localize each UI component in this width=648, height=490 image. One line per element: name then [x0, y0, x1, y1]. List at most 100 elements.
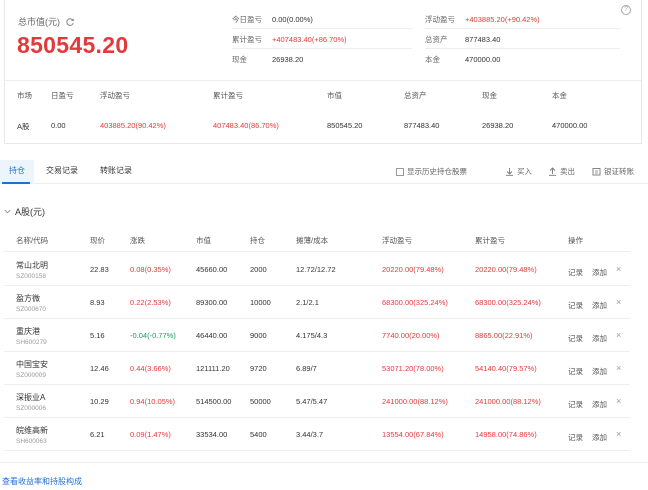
cell-change: -0.04(-0.77%)	[130, 331, 176, 340]
cell-cum: 54140.40(79.57%)	[475, 364, 537, 373]
cell-mv: 121111.20	[196, 364, 230, 373]
stock-code: SZ000006	[16, 405, 46, 412]
record-button[interactable]: 记录	[568, 333, 583, 344]
tab-trade-records[interactable]: 交易记录	[46, 165, 78, 176]
section-a-shares[interactable]: A股(元)	[4, 205, 45, 218]
cum-pl-label: 累计盈亏	[232, 35, 262, 44]
cell-change: 0.44(3.66%)	[130, 364, 171, 373]
header-total-assets: 总资产	[404, 91, 427, 100]
remove-icon[interactable]: ×	[616, 363, 621, 373]
cell-principal: 470000.00	[552, 121, 588, 130]
add-button[interactable]: 添加	[592, 267, 607, 278]
col-float-pl: 浮动盈亏	[382, 236, 412, 245]
header-float-pl: 浮动盈亏	[100, 91, 130, 100]
holdings-table-header: 名称/代码 现价 涨跌 市值 持仓 摊薄/成本 浮动盈亏 累计盈亏 操作	[4, 226, 630, 252]
add-button[interactable]: 添加	[592, 333, 607, 344]
cell-change: 0.09(1.47%)	[130, 430, 171, 439]
col-position: 持仓	[250, 236, 265, 245]
today-pl-label: 今日盈亏	[232, 15, 262, 24]
buy-icon	[506, 168, 513, 176]
header-day-pl: 日盈亏	[51, 91, 74, 100]
cell-cum: 8865.00(22.91%)	[475, 331, 533, 340]
stock-name[interactable]: 中国宝安	[16, 359, 48, 370]
cell-day-pl: 0.00	[51, 121, 66, 130]
stock-code: SZ000670	[16, 306, 46, 313]
cell-price: 5.16	[90, 331, 105, 340]
header-cash: 现金	[482, 91, 497, 100]
remove-icon[interactable]: ×	[616, 264, 621, 274]
cell-price: 6.21	[90, 430, 105, 439]
cell-qty: 9720	[250, 364, 267, 373]
divider	[232, 48, 412, 49]
cash: 现金 26938.20	[232, 54, 303, 65]
cell-qty: 5400	[250, 430, 267, 439]
sell-button[interactable]: 卖出	[548, 166, 575, 177]
record-button[interactable]: 记录	[568, 399, 583, 410]
add-button[interactable]: 添加	[592, 366, 607, 377]
cell-change: 0.22(2.53%)	[130, 298, 171, 307]
remove-icon[interactable]: ×	[616, 429, 621, 439]
cell-mv: 45660.00	[196, 265, 228, 274]
col-cum-pl: 累计盈亏	[475, 236, 505, 245]
add-button[interactable]: 添加	[592, 399, 607, 410]
record-button[interactable]: 记录	[568, 366, 583, 377]
principal: 本金 470000.00	[425, 54, 500, 65]
tab-underline	[2, 182, 30, 184]
bank-transfer-button[interactable]: 银证转账	[592, 166, 634, 177]
table-row[interactable]: 深振业A SZ000006 10.29 0.94(10.05%) 514500.00 50…	[4, 385, 630, 418]
cell-cost: 2.1/2.1	[296, 298, 319, 307]
add-button[interactable]: 添加	[592, 432, 607, 443]
stock-name[interactable]: 深振业A	[16, 392, 45, 403]
record-button[interactable]: 记录	[568, 300, 583, 311]
cell-qty: 9000	[250, 331, 267, 340]
cell-cash: 26938.20	[482, 121, 514, 130]
table-row[interactable]: 皖维高新 SH600063 6.21 0.09(1.47%) 33534.00 5400 3…	[4, 418, 630, 451]
float-pl: 浮动盈亏 +403885.20(+90.42%)	[425, 14, 540, 25]
cell-float: 13554.00(67.84%)	[382, 430, 444, 439]
table-row[interactable]: 盈方微 SZ000670 8.93 0.22(2.53%) 89300.00 10000 2…	[4, 286, 630, 319]
cell-change: 0.94(10.05%)	[130, 397, 176, 406]
remove-icon[interactable]: ×	[616, 396, 621, 406]
show-history-checkbox[interactable]	[396, 167, 404, 176]
stock-code: SH600279	[16, 339, 47, 346]
cell-cum: 68300.00(325.24%)	[475, 298, 541, 307]
refresh-icon[interactable]	[65, 17, 75, 27]
cash-label: 现金	[232, 55, 247, 64]
table-row[interactable]: 中国宝安 SZ000009 12.46 0.44(3.66%) 121111.20 972…	[4, 352, 630, 385]
divider	[425, 28, 620, 29]
cell-qty: 50000	[250, 397, 271, 406]
cell-float: 68300.00(325.24%)	[382, 298, 448, 307]
help-icon[interactable]: ?	[621, 5, 631, 15]
cell-change: 0.08(0.35%)	[130, 265, 171, 274]
stock-name[interactable]: 皖维高新	[16, 425, 48, 436]
table-row[interactable]: 重庆港 SH600279 5.16 -0.04(-0.77%) 46440.00 9000…	[4, 319, 630, 352]
cell-float: 241000.00(88.12%)	[382, 397, 448, 406]
add-button[interactable]: 添加	[592, 300, 607, 311]
record-button[interactable]: 记录	[568, 432, 583, 443]
cell-cost: 4.175/4.3	[296, 331, 328, 340]
cell-price: 12.46	[90, 364, 109, 373]
remove-icon[interactable]: ×	[616, 297, 621, 307]
stock-name[interactable]: 盈方微	[16, 293, 40, 304]
buy-button[interactable]: 买入	[505, 166, 532, 177]
view-returns-link[interactable]: 查看收益率和持股构成	[2, 476, 82, 487]
cell-cum-pl: 407483.40(86.70%)	[213, 121, 279, 130]
cell-qty: 2000	[250, 265, 267, 274]
sell-icon	[549, 167, 556, 176]
total-market-value-label: 总市值(元)	[18, 15, 75, 28]
col-change: 涨跌	[130, 236, 145, 245]
today-pl-value: 0.00(0.00%)	[272, 15, 313, 24]
record-button[interactable]: 记录	[568, 267, 583, 278]
stock-name[interactable]: 常山北明	[16, 260, 48, 271]
table-row[interactable]: 常山北明 SZ000158 22.83 0.08(0.35%) 45660.00 2000…	[4, 253, 630, 286]
show-history-toggle[interactable]: 显示历史持仓股票	[396, 166, 467, 177]
principal-value: 470000.00	[465, 55, 501, 64]
show-history-label: 显示历史持仓股票	[407, 167, 467, 176]
tab-holdings[interactable]: 持仓	[9, 165, 25, 176]
stock-name[interactable]: 重庆港	[16, 326, 40, 337]
bottom-divider	[0, 462, 648, 463]
chevron-down-icon[interactable]	[4, 208, 11, 215]
cell-total-assets: 877483.40	[404, 121, 440, 130]
remove-icon[interactable]: ×	[616, 330, 621, 340]
tab-transfer-records[interactable]: 转账记录	[100, 165, 132, 176]
